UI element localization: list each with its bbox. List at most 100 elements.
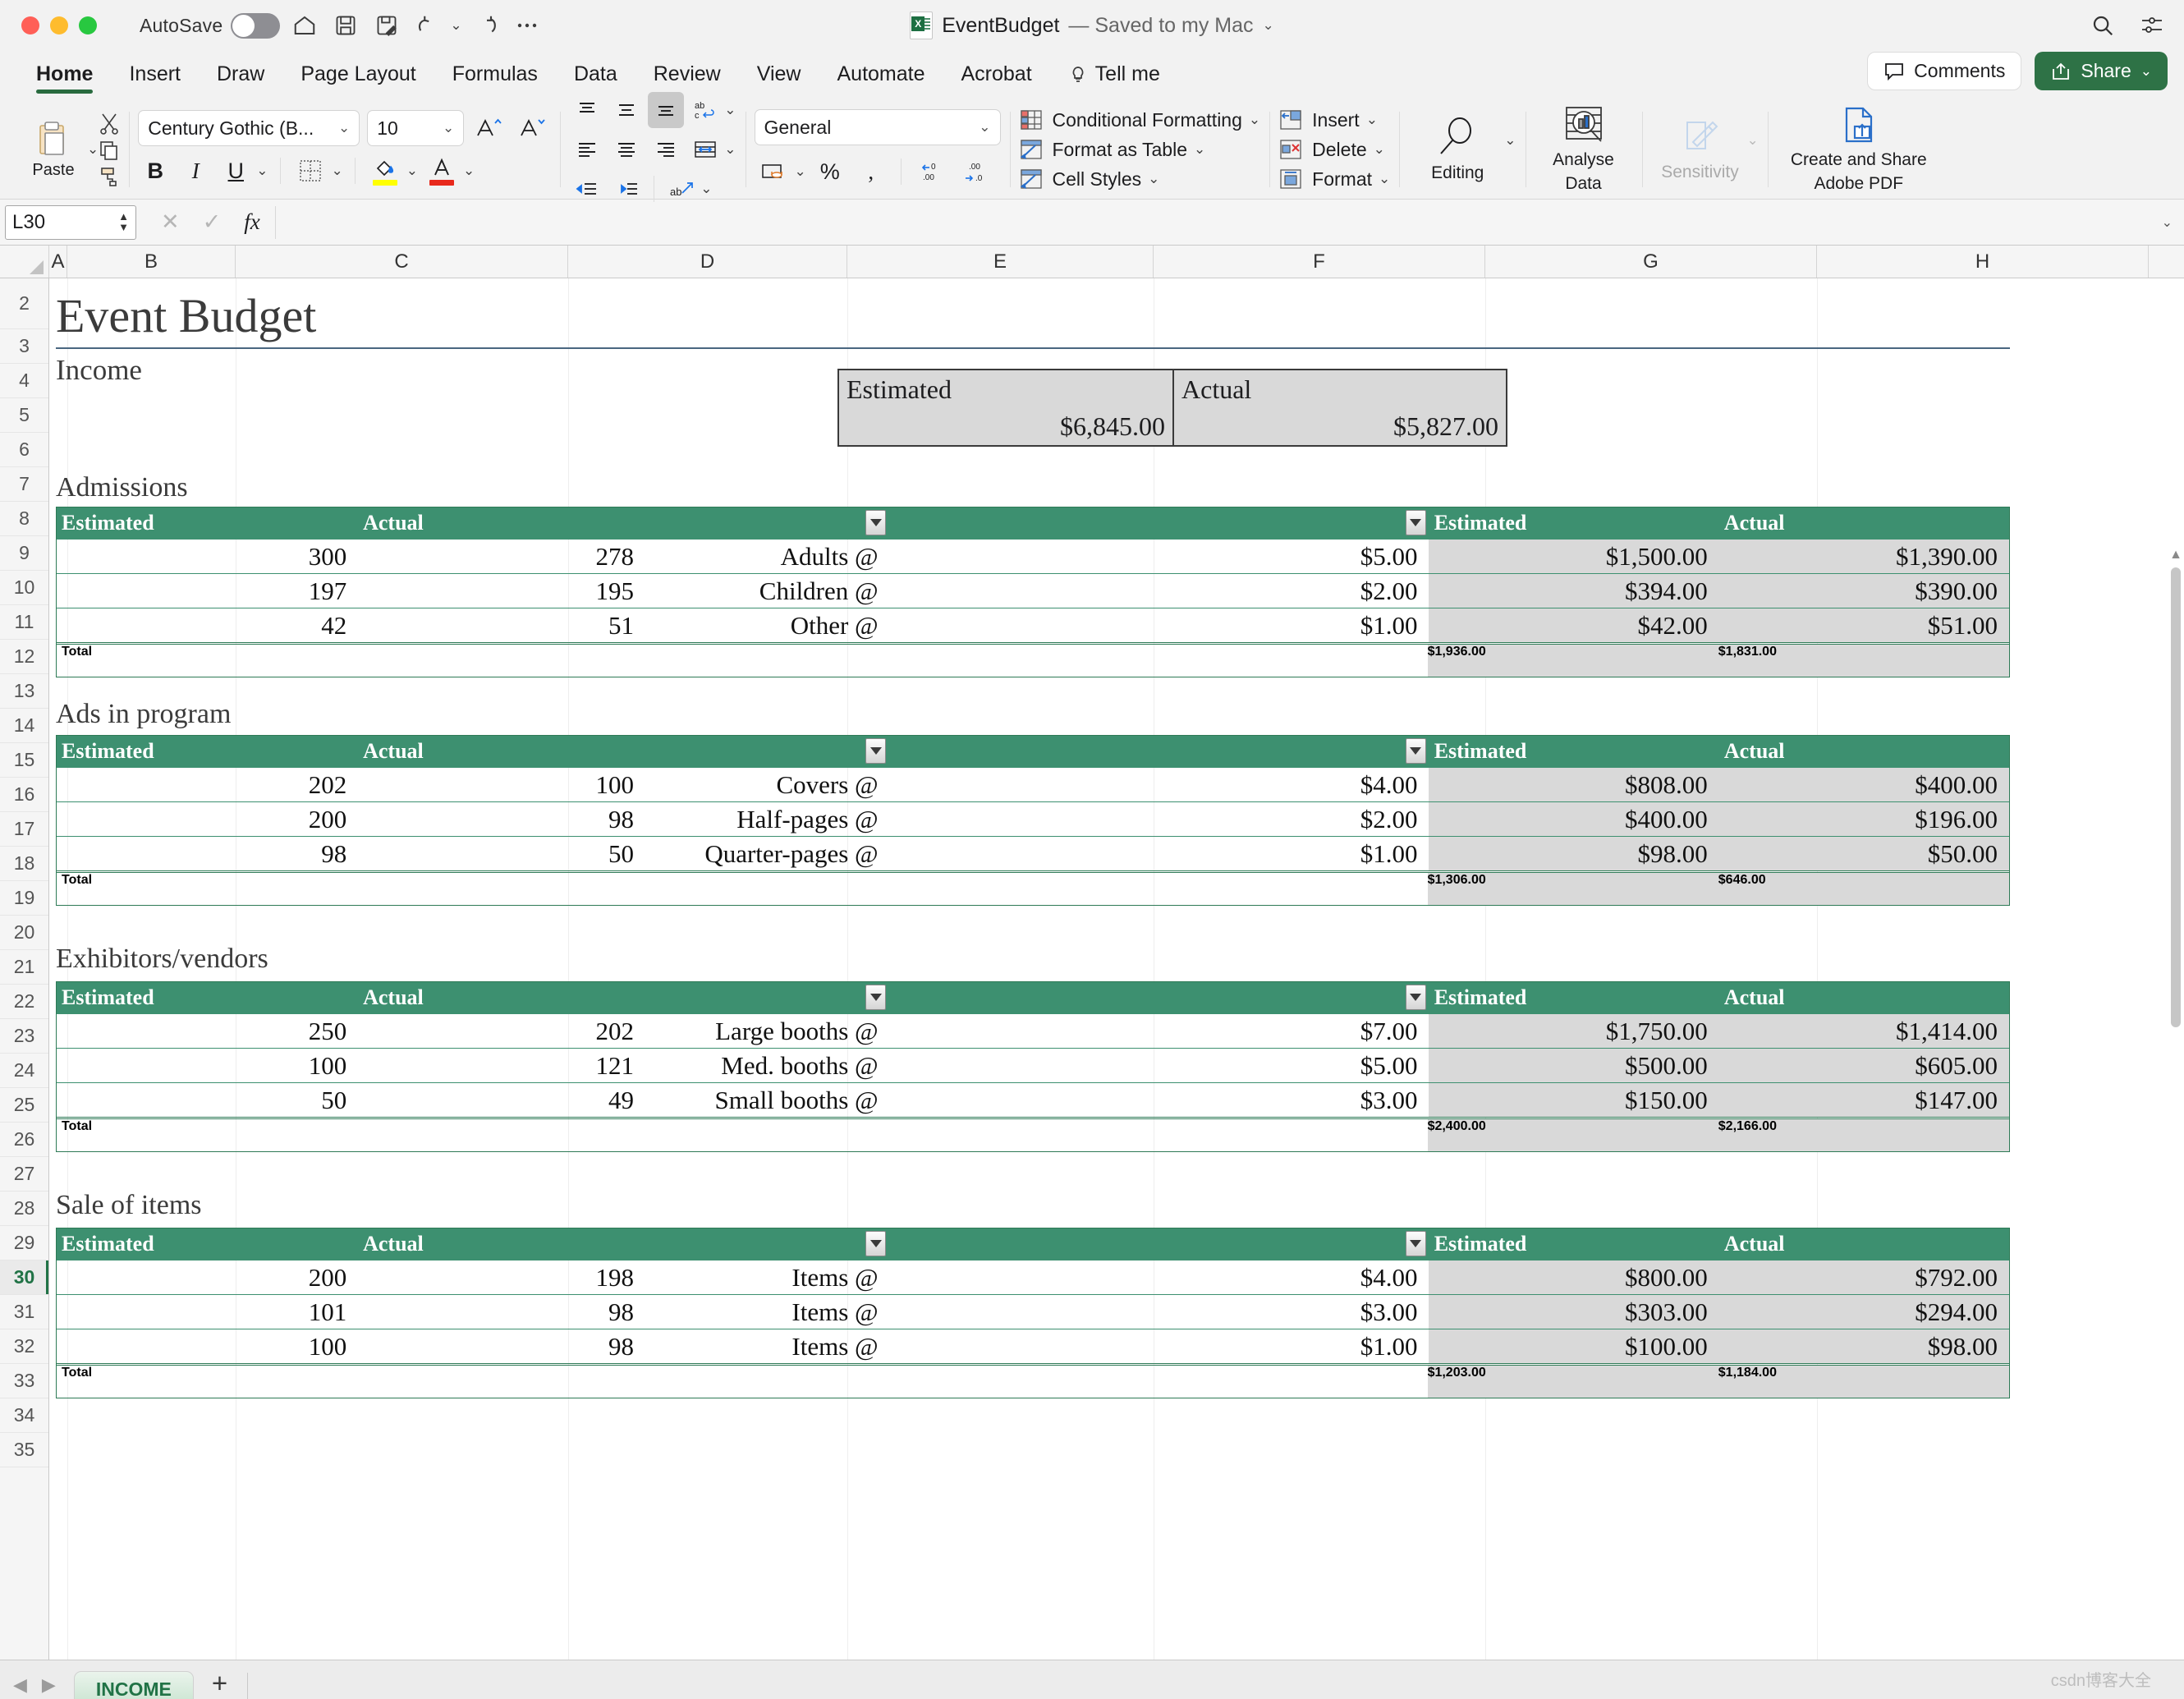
cell-item[interactable]: Items @	[645, 1295, 890, 1329]
table-row[interactable]: 202 100 Covers @ $4.00 $808.00 $400.00	[57, 767, 2009, 801]
currency-format-button[interactable]	[755, 154, 791, 190]
previous-sheet-icon[interactable]: ◀	[13, 1674, 27, 1696]
cell-total-estimated[interactable]: $2,400.00	[1428, 1119, 1718, 1151]
percent-format-button[interactable]: %	[813, 154, 847, 190]
name-box[interactable]: L30 ▲▼	[5, 205, 136, 240]
table-row[interactable]: 42 51 Other @ $1.00 $42.00 $51.00	[57, 608, 2009, 642]
wrap-text-button[interactable]: abc	[687, 92, 723, 128]
col-header-estimated-amount[interactable]: Estimated	[1429, 982, 1719, 1013]
decrease-font-size-button[interactable]	[515, 110, 551, 146]
cell-price[interactable]: $1.00	[890, 837, 1429, 870]
sensitivity-button[interactable]: Sensitivity	[1651, 117, 1750, 182]
cell-estimated-amount[interactable]: $303.00	[1429, 1295, 1718, 1329]
formula-bar-expand-chevron-icon[interactable]: ⌄	[2162, 214, 2173, 231]
format-as-table-chevron-down-icon[interactable]: ⌄	[1194, 141, 1205, 158]
table-total-row[interactable]: Total $1,936.00 $1,831.00	[57, 642, 2009, 677]
cell-actual-qty[interactable]: 278	[358, 540, 645, 573]
cell-total-label[interactable]: Total	[57, 1366, 358, 1398]
cell-estimated-qty[interactable]: 50	[57, 1083, 358, 1117]
format-as-table-button[interactable]: Format as Table ⌄	[1019, 138, 1261, 161]
cell-estimated-qty[interactable]: 250	[57, 1014, 358, 1048]
filter-dropdown-icon[interactable]	[865, 510, 886, 535]
cell-estimated-amount[interactable]: $98.00	[1429, 837, 1718, 870]
row-header-24[interactable]: 24	[0, 1054, 48, 1088]
cell-actual-qty[interactable]: 195	[358, 574, 645, 608]
cell-item[interactable]: Covers @	[645, 768, 890, 801]
row-header-31[interactable]: 31	[0, 1295, 48, 1329]
row-header-13[interactable]: 13	[0, 674, 48, 709]
row-header-15[interactable]: 15	[0, 743, 48, 778]
cell-actual-amount[interactable]: $390.00	[1719, 574, 2009, 608]
table-row[interactable]: 98 50 Quarter-pages @ $1.00 $98.00 $50.0…	[57, 836, 2009, 870]
col-header-estimated-qty[interactable]: Estimated	[57, 736, 358, 767]
col-header-estimated-amount[interactable]: Estimated	[1429, 507, 1719, 539]
cell-actual-qty[interactable]: 98	[358, 1295, 645, 1329]
column-header-E[interactable]: E	[847, 246, 1154, 278]
add-sheet-button[interactable]: +	[212, 1668, 227, 1699]
row-header-25[interactable]: 25	[0, 1088, 48, 1123]
save-icon[interactable]	[329, 9, 362, 42]
cell-styles-button[interactable]: Cell Styles ⌄	[1019, 168, 1261, 191]
cell-actual-amount[interactable]: $294.00	[1719, 1295, 2009, 1329]
cell-total-actual[interactable]: $1,184.00	[1718, 1366, 2009, 1398]
conditional-formatting-button[interactable]: Conditional Formatting ⌄	[1019, 108, 1261, 131]
decrease-decimal-button[interactable]: .00.0	[957, 154, 993, 190]
insert-cells-chevron-down-icon[interactable]: ⌄	[1366, 112, 1378, 128]
col-header-item[interactable]	[645, 982, 889, 1013]
column-header-D[interactable]: D	[568, 246, 847, 278]
cell-estimated-qty[interactable]: 197	[57, 574, 358, 608]
table-total-row[interactable]: Total $1,203.00 $1,184.00	[57, 1363, 2009, 1398]
tab-automate[interactable]: Automate	[819, 62, 943, 97]
borders-button[interactable]	[292, 153, 328, 189]
cell-actual-amount[interactable]: $1,390.00	[1719, 540, 2009, 573]
cell-total-actual[interactable]: $1,831.00	[1718, 645, 2009, 677]
row-header-35[interactable]: 35	[0, 1433, 48, 1467]
table-row[interactable]: 200 198 Items @ $4.00 $800.00 $792.00	[57, 1260, 2009, 1294]
cell-estimated-qty[interactable]: 200	[57, 802, 358, 836]
row-header-14[interactable]: 14	[0, 709, 48, 743]
fill-color-button[interactable]	[367, 153, 403, 189]
row-header-7[interactable]: 7	[0, 467, 48, 502]
italic-button[interactable]: I	[178, 153, 213, 189]
scrollbar-thumb[interactable]	[2171, 567, 2181, 1027]
save-as-icon[interactable]	[370, 9, 403, 42]
underline-chevron-down-icon[interactable]: ⌄	[256, 163, 268, 179]
search-icon[interactable]	[2089, 11, 2117, 39]
fill-color-chevron-down-icon[interactable]: ⌄	[406, 163, 418, 179]
cell-actual-qty[interactable]: 100	[358, 768, 645, 801]
tab-draw[interactable]: Draw	[199, 62, 282, 97]
cell-actual-amount[interactable]: $147.00	[1719, 1083, 2009, 1117]
editing-chevron-down-icon[interactable]: ⌄	[1504, 132, 1516, 149]
home-icon[interactable]	[288, 9, 321, 42]
cell-estimated-amount[interactable]: $150.00	[1429, 1083, 1718, 1117]
merge-cells-chevron-down-icon[interactable]: ⌄	[724, 141, 736, 158]
sensitivity-chevron-down-icon[interactable]: ⌄	[1747, 132, 1759, 149]
cell-price[interactable]: $4.00	[890, 1260, 1429, 1294]
cell-actual-amount[interactable]: $98.00	[1719, 1329, 2009, 1363]
cell-actual-qty[interactable]: 121	[358, 1049, 645, 1082]
cell-total-label[interactable]: Total	[57, 873, 358, 905]
number-format-chevron-down-icon[interactable]: ⌄	[979, 119, 990, 135]
cell-price[interactable]: $2.00	[890, 802, 1429, 836]
minimize-window-button[interactable]	[50, 16, 68, 34]
font-color-button[interactable]	[424, 153, 460, 189]
cell-actual-amount[interactable]: $1,414.00	[1719, 1014, 2009, 1048]
increase-indent-button[interactable]	[608, 171, 645, 207]
row-header-22[interactable]: 22	[0, 985, 48, 1019]
cell-estimated-amount[interactable]: $1,500.00	[1429, 540, 1718, 573]
table-row[interactable]: 200 98 Half-pages @ $2.00 $400.00 $196.0…	[57, 801, 2009, 836]
cell-total-actual[interactable]: $2,166.00	[1718, 1119, 2009, 1151]
col-header-price[interactable]	[889, 507, 1429, 539]
conditional-formatting-chevron-down-icon[interactable]: ⌄	[1249, 112, 1260, 128]
row-header-18[interactable]: 18	[0, 847, 48, 881]
cell-actual-qty[interactable]: 49	[358, 1083, 645, 1117]
row-header-32[interactable]: 32	[0, 1329, 48, 1364]
cell-estimated-amount[interactable]: $808.00	[1429, 768, 1718, 801]
currency-chevron-down-icon[interactable]: ⌄	[795, 163, 806, 180]
underline-button[interactable]: U	[218, 153, 253, 189]
redo-icon[interactable]	[470, 9, 503, 42]
col-header-estimated-amount[interactable]: Estimated	[1429, 736, 1719, 767]
delete-cells-chevron-down-icon[interactable]: ⌄	[1374, 141, 1385, 158]
table-total-row[interactable]: Total $1,306.00 $646.00	[57, 870, 2009, 905]
col-header-price[interactable]	[889, 736, 1429, 767]
